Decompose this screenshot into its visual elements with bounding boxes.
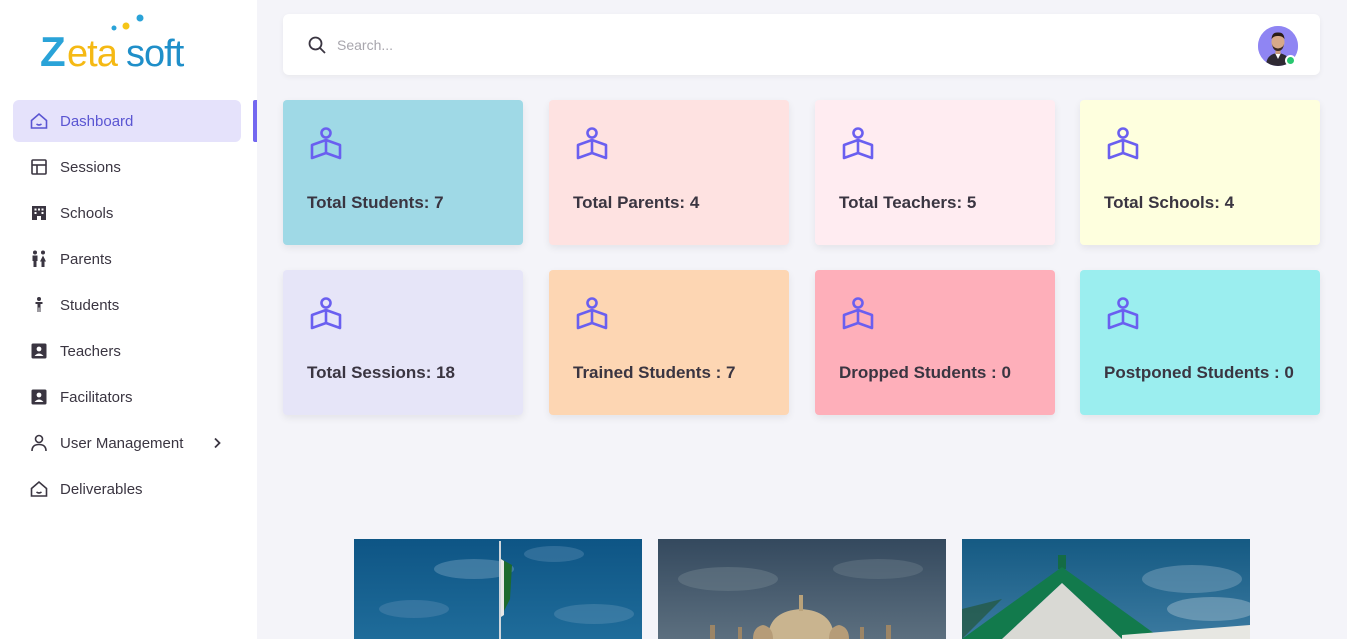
stat-card-total-students[interactable]: Total Students: 7 (283, 100, 523, 245)
sidebar-item-teachers[interactable]: Teachers (13, 330, 241, 372)
stat-card-total-teachers[interactable]: Total Teachers: 5 (815, 100, 1055, 245)
home-icon (29, 111, 49, 131)
stat-card-postponed-students[interactable]: Postponed Students : 0 (1080, 270, 1320, 415)
gallery-photo-flag (354, 539, 642, 639)
sidebar-item-label: Facilitators (60, 388, 133, 406)
book-reader-icon (841, 126, 875, 162)
book-reader-icon (841, 296, 875, 332)
sidebar-item-parents[interactable]: Parents (13, 238, 241, 280)
top-navbar (283, 14, 1320, 75)
stat-label: Total Sessions: 18 (307, 363, 456, 382)
contact-card-icon (29, 387, 49, 407)
sidebar-item-label: User Management (60, 434, 184, 452)
stat-label: Dropped Students : 0 (839, 363, 1011, 382)
home-icon (29, 479, 49, 499)
person-icon (29, 295, 49, 315)
zetasoft-logo[interactable]: Z eta soft (40, 14, 210, 75)
layout-icon (29, 157, 49, 177)
sidebar-item-label: Deliverables (60, 480, 143, 498)
svg-text:eta: eta (67, 33, 119, 74)
stat-label: Total Students: 7 (307, 193, 444, 212)
book-reader-icon (309, 296, 343, 332)
sidebar-item-schools[interactable]: Schools (13, 192, 241, 234)
stat-label: Total Parents: 4 (573, 193, 700, 212)
sidebar-item-label: Teachers (60, 342, 121, 360)
svg-text:Z: Z (40, 28, 65, 74)
family-icon (29, 249, 49, 269)
online-status-dot (1285, 55, 1296, 66)
book-reader-icon (1106, 126, 1140, 162)
stat-card-dropped-students[interactable]: Dropped Students : 0 (815, 270, 1055, 415)
stat-card-total-parents[interactable]: Total Parents: 4 (549, 100, 789, 245)
book-reader-icon (575, 126, 609, 162)
sidebar-item-students[interactable]: Students (13, 284, 241, 326)
stat-card-total-sessions[interactable]: Total Sessions: 18 (283, 270, 523, 415)
building-icon (29, 203, 49, 223)
contact-card-icon (29, 341, 49, 361)
sidebar-item-label: Dashboard (60, 112, 134, 130)
book-reader-icon (575, 296, 609, 332)
stat-label: Total Teachers: 5 (839, 193, 977, 212)
user-icon (29, 433, 49, 453)
sidebar-nav: Dashboard Sessions Schools Parents Stude… (13, 100, 257, 514)
sidebar-item-deliverables[interactable]: Deliverables (13, 468, 241, 510)
sidebar-item-facilitators[interactable]: Facilitators (13, 376, 241, 418)
sidebar-item-sessions[interactable]: Sessions (13, 146, 241, 188)
search-input[interactable] (337, 32, 937, 58)
sidebar-item-label: Sessions (60, 158, 121, 176)
stat-label: Total Schools: 4 (1104, 193, 1235, 212)
sidebar-item-label: Students (60, 296, 120, 314)
sidebar-item-label: Schools (60, 204, 114, 222)
sidebar-item-dashboard[interactable]: Dashboard (13, 100, 241, 142)
book-reader-icon (309, 126, 343, 162)
gallery-photo-mosque (658, 539, 946, 639)
sidebar: Z eta soft Dashboard Sessions Schools Pa… (0, 0, 257, 639)
book-reader-icon (1106, 296, 1140, 332)
stat-card-trained-students[interactable]: Trained Students : 7 (549, 270, 789, 415)
search-icon[interactable] (307, 35, 327, 55)
stat-label: Postponed Students : 0 (1104, 363, 1294, 382)
gallery-photo-shrine (962, 539, 1250, 639)
chevron-right-icon[interactable] (209, 434, 225, 452)
stat-label: Trained Students : 7 (573, 363, 736, 382)
sidebar-item-label: Parents (60, 250, 112, 268)
stat-card-total-schools[interactable]: Total Schools: 4 (1080, 100, 1320, 245)
sidebar-item-user-management[interactable]: User Management (13, 422, 241, 464)
svg-text:soft: soft (126, 33, 185, 74)
